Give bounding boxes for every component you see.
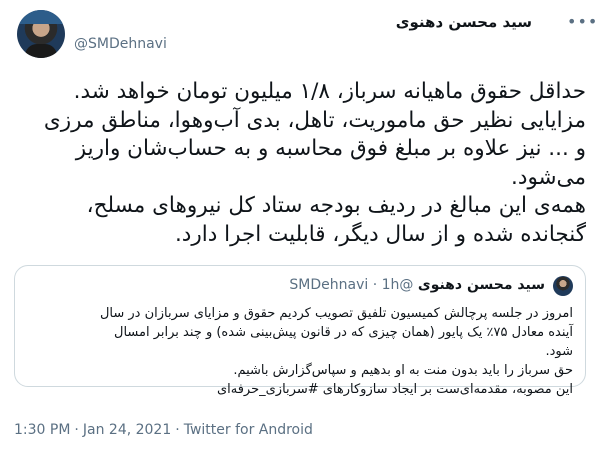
tweet-meta: 1:30 PM · Jan 24, 2021 · Twitter for Android (14, 422, 313, 438)
tweet-text: حداقل حقوق ماهیانه سرباز، ۱/۸ میلیون توم… (43, 79, 586, 247)
quoted-separator-dot: · (372, 277, 378, 293)
quoted-author-avatar (553, 276, 573, 296)
quoted-tweet-text: امروز در جلسه پرچالش کمیسیون تلفیق تصویب… (99, 306, 573, 397)
quoted-tweet-time: 1h (381, 277, 400, 293)
tweet-source: Twitter for Android (183, 422, 313, 438)
more-options-icon[interactable]: ••• (567, 12, 598, 31)
tweet-time[interactable]: 1:30 PM (14, 422, 70, 438)
author-avatar[interactable] (17, 10, 65, 58)
quoted-author-name: سید محسن دهنوی (417, 277, 545, 293)
meta-separator: · (74, 422, 79, 438)
quoted-tweet-header: سید محسن دهنوی @SMDehnavi · 1h (289, 277, 545, 293)
author-name[interactable]: سید محسن دهنوی (396, 13, 532, 31)
avatar-shirt (25, 44, 57, 58)
meta-separator: · (175, 422, 180, 438)
quoted-tweet[interactable]: سید محسن دهنوی @SMDehnavi · 1h امروز در … (14, 265, 586, 397)
tweet-date[interactable]: Jan 24, 2021 (83, 422, 171, 438)
avatar-backdrop (17, 10, 65, 24)
author-handle[interactable]: @SMDehnavi (74, 36, 167, 52)
